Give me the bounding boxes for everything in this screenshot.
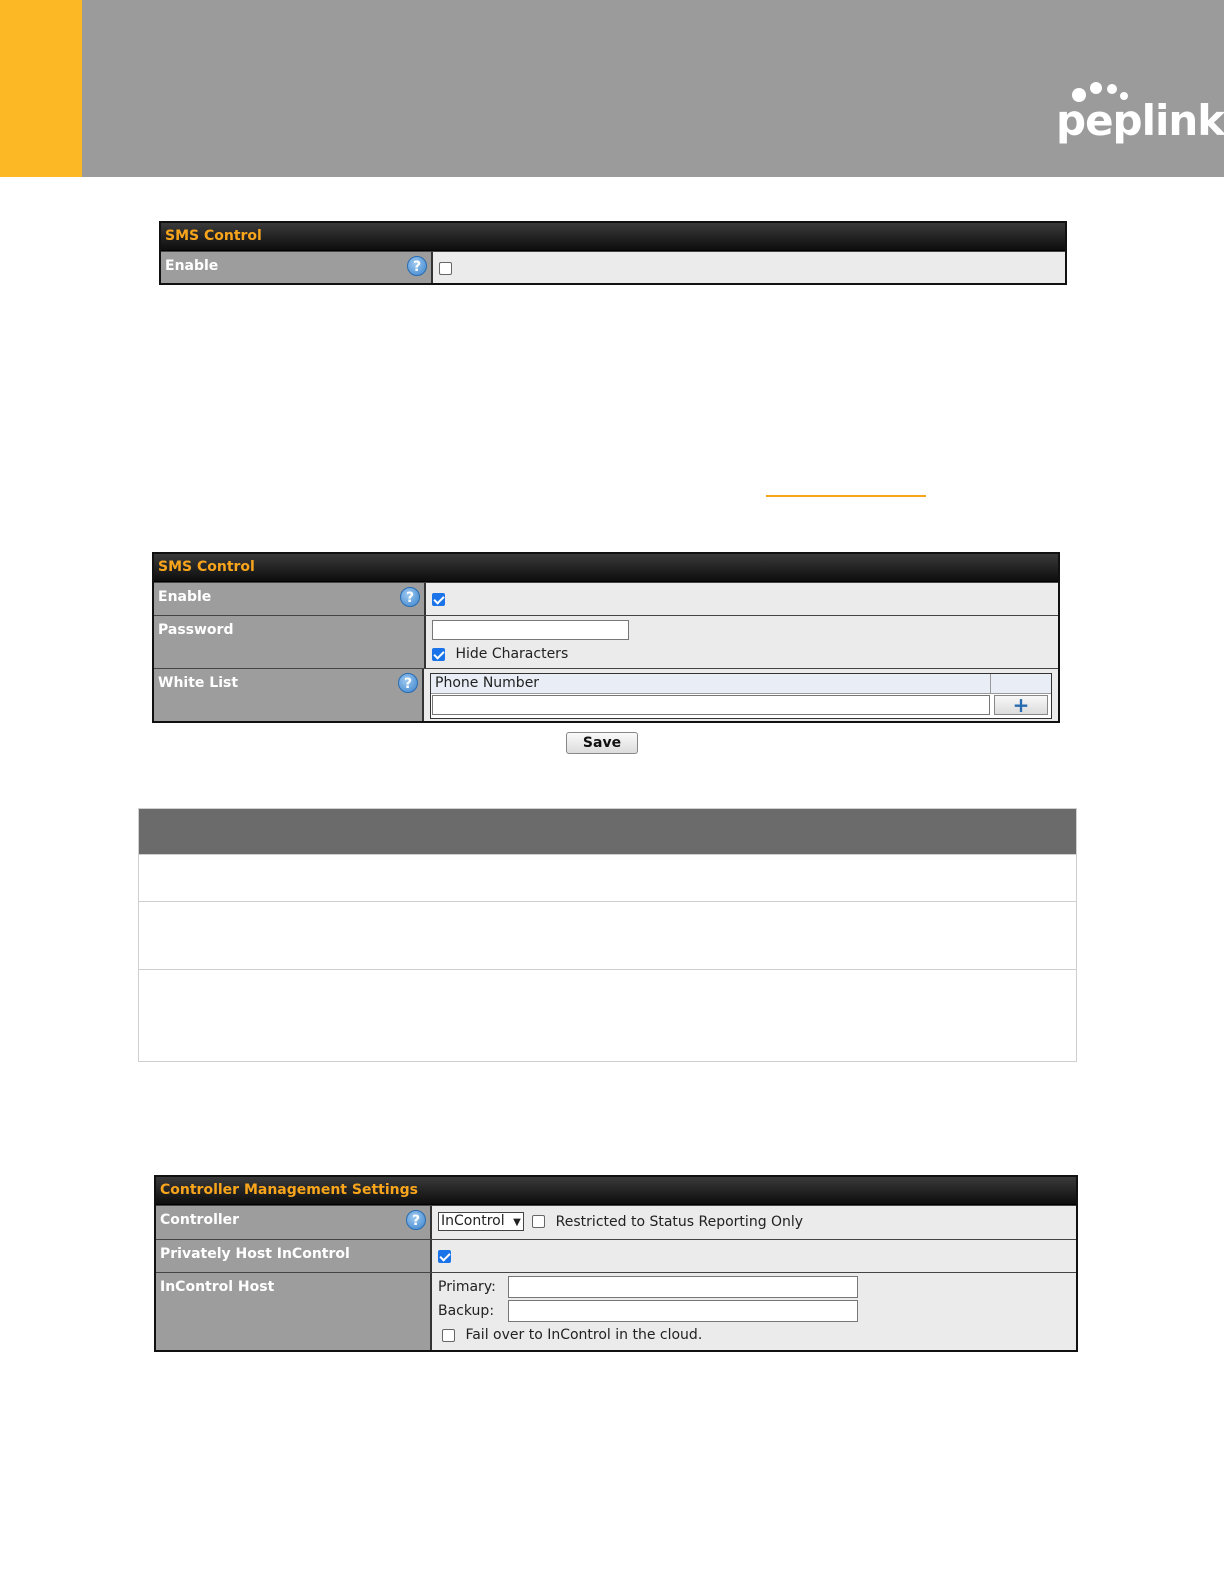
link-underline[interactable] [766, 495, 926, 497]
hide-characters-label: Hide Characters [455, 646, 569, 662]
plus-icon: + [1012, 693, 1030, 717]
primary-host-input[interactable] [508, 1276, 859, 1298]
panel-title: Controller Management Settings [156, 1177, 1076, 1205]
sms-control-panel-disabled: SMS Control Enable ? [159, 221, 1067, 285]
enable-label-cell: Enable ? [154, 583, 426, 615]
backup-host-input[interactable] [508, 1300, 859, 1322]
sms-control-panel-enabled: SMS Control Enable ? Password Hide Chara… [152, 552, 1060, 723]
table-row [139, 854, 1076, 901]
enable-checkbox[interactable] [439, 261, 452, 275]
password-label-cell: Password [154, 616, 426, 668]
controller-label: Controller [160, 1212, 240, 1228]
header-accent-bar [0, 0, 82, 177]
panel-title: SMS Control [161, 223, 1065, 251]
enable-label: Enable [158, 589, 212, 605]
enable-label: Enable [165, 258, 219, 274]
logo-text: peplink [1056, 96, 1224, 145]
privately-host-label-cell: Privately Host InControl [156, 1240, 432, 1272]
help-icon[interactable]: ? [398, 673, 418, 693]
password-input[interactable] [432, 620, 629, 640]
password-label: Password [158, 622, 234, 638]
primary-label: Primary: [438, 1279, 496, 1295]
page-header: peplink [0, 0, 1224, 177]
controller-select-value: InControl [441, 1213, 505, 1229]
controller-select[interactable]: InControl ▼ [438, 1212, 524, 1231]
enable-checkbox[interactable] [432, 592, 445, 606]
restricted-checkbox[interactable] [532, 1215, 546, 1228]
table-row [139, 969, 1076, 1060]
privately-host-checkbox[interactable] [438, 1249, 451, 1263]
white-list-table: Phone Number + [430, 673, 1052, 719]
panel-title: SMS Control [154, 554, 1058, 582]
phone-number-header: Phone Number [431, 674, 991, 693]
privately-host-label: Privately Host InControl [160, 1246, 350, 1262]
peplink-logo: peplink [1052, 82, 1224, 152]
backup-label: Backup: [438, 1303, 495, 1319]
help-icon[interactable]: ? [400, 587, 420, 607]
failover-label: Fail over to InControl in the cloud. [465, 1327, 703, 1343]
phone-number-input[interactable] [432, 695, 990, 715]
enable-label-cell: Enable ? [161, 252, 433, 283]
help-icon[interactable]: ? [406, 1210, 426, 1230]
table-header [139, 809, 1076, 854]
incontrol-host-label: InControl Host [160, 1279, 275, 1295]
hide-characters-checkbox[interactable] [432, 647, 445, 661]
add-phone-button[interactable]: + [994, 695, 1048, 715]
controller-label-cell: Controller ? [156, 1206, 432, 1239]
help-icon[interactable]: ? [407, 256, 427, 276]
table-row [139, 901, 1076, 969]
controller-management-panel: Controller Management Settings Controlle… [154, 1175, 1078, 1352]
save-button[interactable]: Save [566, 732, 638, 754]
failover-checkbox[interactable] [442, 1328, 455, 1342]
restricted-label: Restricted to Status Reporting Only [555, 1213, 804, 1230]
white-list-label-cell: White List ? [154, 669, 424, 721]
chevron-down-icon: ▼ [513, 1217, 521, 1228]
incontrol-host-label-cell: InControl Host [156, 1273, 432, 1350]
info-table [138, 808, 1077, 1062]
white-list-label: White List [158, 675, 239, 691]
